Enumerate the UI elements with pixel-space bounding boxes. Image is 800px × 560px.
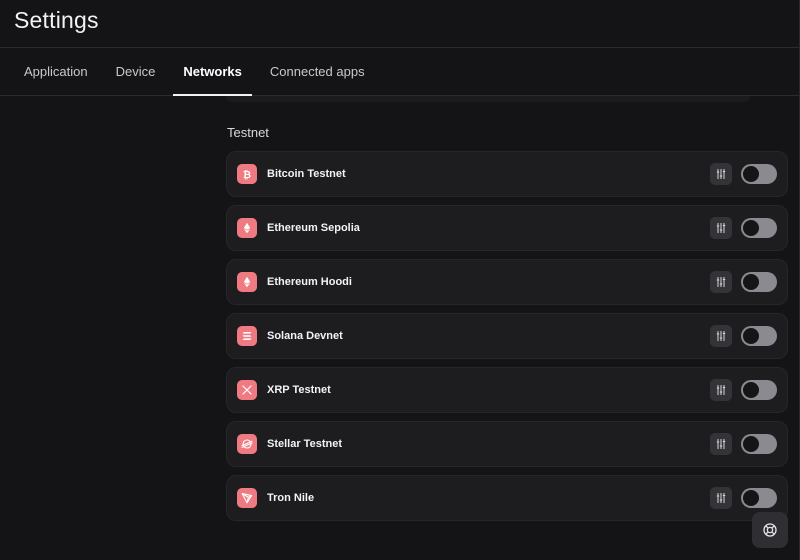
network-row-ethereum-hoodi: Ethereum Hoodi — [226, 259, 788, 305]
network-toggle[interactable] — [741, 380, 777, 400]
sliders-icon — [716, 439, 726, 449]
xrp-icon — [237, 380, 257, 400]
network-toggle[interactable] — [741, 488, 777, 508]
testnet-list: ₿ Bitcoin Testnet Ethereum Sepolia Ether… — [226, 151, 788, 521]
lifebuoy-icon — [763, 523, 777, 537]
network-toggle[interactable] — [741, 434, 777, 454]
network-settings-button[interactable] — [710, 379, 732, 401]
toggle-knob — [743, 220, 759, 236]
ethereum-icon — [237, 218, 257, 238]
help-support-button[interactable] — [752, 512, 788, 548]
tab-application[interactable]: Application — [14, 48, 98, 95]
network-label: Solana Devnet — [267, 330, 343, 342]
network-row-xrp-testnet: XRP Testnet — [226, 367, 788, 413]
network-row-stellar-testnet: Stellar Testnet — [226, 421, 788, 467]
network-label: Ethereum Sepolia — [267, 222, 360, 234]
tab-bar: Application Device Networks Connected ap… — [0, 48, 799, 96]
network-toggle[interactable] — [741, 218, 777, 238]
section-title-testnet: Testnet — [227, 125, 269, 140]
page-title: Settings — [14, 7, 99, 33]
network-settings-button[interactable] — [710, 487, 732, 509]
network-label: Stellar Testnet — [267, 438, 342, 450]
toggle-knob — [743, 274, 759, 290]
bitcoin-icon: ₿ — [237, 164, 257, 184]
network-settings-button[interactable] — [710, 271, 732, 293]
network-settings-button[interactable] — [710, 217, 732, 239]
toggle-knob — [743, 328, 759, 344]
sliders-icon — [716, 331, 726, 341]
ethereum-icon — [237, 272, 257, 292]
network-settings-button[interactable] — [710, 433, 732, 455]
network-row-solana-devnet: Solana Devnet — [226, 313, 788, 359]
toggle-knob — [743, 166, 759, 182]
sliders-icon — [716, 169, 726, 179]
network-label: Bitcoin Testnet — [267, 168, 346, 180]
network-settings-button[interactable] — [710, 163, 732, 185]
solana-icon — [237, 326, 257, 346]
tab-device[interactable]: Device — [106, 48, 166, 95]
stellar-icon — [237, 434, 257, 454]
tab-networks[interactable]: Networks — [173, 48, 252, 96]
sliders-icon — [716, 493, 726, 503]
sliders-icon — [716, 277, 726, 287]
network-label: XRP Testnet — [267, 384, 331, 396]
network-label: Tron Nile — [267, 492, 315, 504]
toggle-knob — [743, 382, 759, 398]
tron-icon — [237, 488, 257, 508]
toggle-knob — [743, 436, 759, 452]
networks-panel: Testnet ₿ Bitcoin Testnet Ethereum Sepol… — [226, 96, 788, 529]
settings-window: Settings Application Device Networks Con… — [0, 0, 800, 560]
network-settings-button[interactable] — [710, 325, 732, 347]
sliders-icon — [716, 385, 726, 395]
tab-connected-apps[interactable]: Connected apps — [260, 48, 375, 95]
network-toggle[interactable] — [741, 326, 777, 346]
network-row-bitcoin-testnet: ₿ Bitcoin Testnet — [226, 151, 788, 197]
network-toggle[interactable] — [741, 272, 777, 292]
header: Settings — [0, 0, 799, 48]
network-toggle[interactable] — [741, 164, 777, 184]
svg-text:₿: ₿ — [243, 169, 251, 180]
network-row-tron-nile: Tron Nile — [226, 475, 788, 521]
network-row-ethereum-sepolia: Ethereum Sepolia — [226, 205, 788, 251]
network-label: Ethereum Hoodi — [267, 276, 352, 288]
toggle-knob — [743, 490, 759, 506]
sliders-icon — [716, 223, 726, 233]
